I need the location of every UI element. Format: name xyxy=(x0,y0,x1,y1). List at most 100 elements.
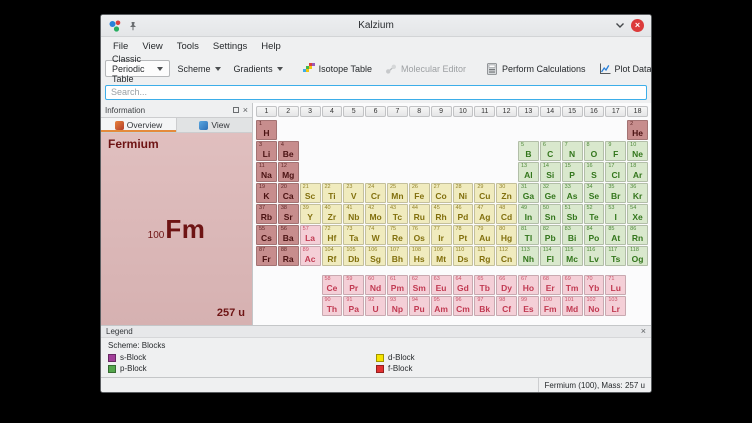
element-cell-mg[interactable]: 12Mg xyxy=(278,162,299,182)
element-cell-sb[interactable]: 51Sb xyxy=(562,204,583,224)
element-cell-nd[interactable]: 60Nd xyxy=(365,275,386,295)
element-cell-y[interactable]: 39Y xyxy=(300,204,321,224)
legend-close-icon[interactable]: × xyxy=(641,327,646,336)
element-cell-mn[interactable]: 25Mn xyxy=(387,183,408,203)
close-button[interactable]: × xyxy=(631,19,644,32)
element-cell-ga[interactable]: 31Ga xyxy=(518,183,539,203)
group-number-2[interactable]: 2 xyxy=(278,106,299,117)
element-cell-np[interactable]: 93Np xyxy=(387,296,408,316)
element-cell-hs[interactable]: 108Hs xyxy=(409,246,430,266)
element-cell-rb[interactable]: 37Rb xyxy=(256,204,277,224)
pin-icon[interactable] xyxy=(128,21,138,31)
element-cell-li[interactable]: 3Li xyxy=(256,141,277,161)
tab-overview[interactable]: Overview xyxy=(101,118,176,132)
gradients-button[interactable]: Gradients xyxy=(229,60,288,77)
element-cell-u[interactable]: 92U xyxy=(365,296,386,316)
group-number-16[interactable]: 16 xyxy=(584,106,605,117)
element-cell-lv[interactable]: 116Lv xyxy=(584,246,605,266)
element-cell-ir[interactable]: 77Ir xyxy=(431,225,452,245)
element-cell-sg[interactable]: 106Sg xyxy=(365,246,386,266)
element-cell-ni[interactable]: 28Ni xyxy=(453,183,474,203)
element-cell-sc[interactable]: 21Sc xyxy=(300,183,321,203)
element-cell-al[interactable]: 13Al xyxy=(518,162,539,182)
element-cell-fe[interactable]: 26Fe xyxy=(409,183,430,203)
titlebar[interactable]: Kalzium × xyxy=(101,15,651,37)
element-cell-re[interactable]: 75Re xyxy=(387,225,408,245)
element-cell-eu[interactable]: 63Eu xyxy=(431,275,452,295)
element-cell-th[interactable]: 90Th xyxy=(322,296,343,316)
element-cell-sn[interactable]: 50Sn xyxy=(540,204,561,224)
element-cell-at[interactable]: 85At xyxy=(605,225,626,245)
element-cell-xe[interactable]: 54Xe xyxy=(627,204,648,224)
element-cell-ts[interactable]: 117Ts xyxy=(605,246,626,266)
element-cell-na[interactable]: 11Na xyxy=(256,162,277,182)
group-number-13[interactable]: 13 xyxy=(518,106,539,117)
plot-data-button[interactable]: Plot Data xyxy=(594,60,652,77)
element-cell-au[interactable]: 79Au xyxy=(474,225,495,245)
element-cell-am[interactable]: 95Am xyxy=(431,296,452,316)
element-cell-ta[interactable]: 73Ta xyxy=(343,225,364,245)
element-cell-cl[interactable]: 17Cl xyxy=(605,162,626,182)
element-cell-pu[interactable]: 94Pu xyxy=(409,296,430,316)
menu-item-tools[interactable]: Tools xyxy=(170,39,206,54)
element-cell-tl[interactable]: 81Tl xyxy=(518,225,539,245)
element-cell-ho[interactable]: 67Ho xyxy=(518,275,539,295)
element-cell-f[interactable]: 9F xyxy=(605,141,626,161)
element-cell-sm[interactable]: 62Sm xyxy=(409,275,430,295)
group-number-18[interactable]: 18 xyxy=(627,106,648,117)
element-cell-pt[interactable]: 78Pt xyxy=(453,225,474,245)
group-number-15[interactable]: 15 xyxy=(562,106,583,117)
element-cell-os[interactable]: 76Os xyxy=(409,225,430,245)
group-number-10[interactable]: 10 xyxy=(453,106,474,117)
element-cell-db[interactable]: 105Db xyxy=(343,246,364,266)
element-cell-cs[interactable]: 55Cs xyxy=(256,225,277,245)
element-cell-mt[interactable]: 109Mt xyxy=(431,246,452,266)
element-cell-tb[interactable]: 65Tb xyxy=(474,275,495,295)
element-cell-k[interactable]: 19K xyxy=(256,183,277,203)
element-cell-rf[interactable]: 104Rf xyxy=(322,246,343,266)
element-cell-pb[interactable]: 82Pb xyxy=(540,225,561,245)
table-type-combobox[interactable]: Classic Periodic Table xyxy=(105,60,170,77)
element-cell-bh[interactable]: 107Bh xyxy=(387,246,408,266)
isotope-table-button[interactable]: Isotope Table xyxy=(298,60,377,77)
element-cell-s[interactable]: 16S xyxy=(584,162,605,182)
tab-view[interactable]: View xyxy=(176,118,252,132)
element-cell-ba[interactable]: 56Ba xyxy=(278,225,299,245)
element-cell-md[interactable]: 101Md xyxy=(562,296,583,316)
element-cell-fr[interactable]: 87Fr xyxy=(256,246,277,266)
element-cell-hg[interactable]: 80Hg xyxy=(496,225,517,245)
molecular-editor-button[interactable]: Molecular Editor xyxy=(380,60,471,77)
element-cell-mc[interactable]: 115Mc xyxy=(562,246,583,266)
element-cell-pm[interactable]: 61Pm xyxy=(387,275,408,295)
menu-item-file[interactable]: File xyxy=(106,39,135,54)
element-cell-gd[interactable]: 64Gd xyxy=(453,275,474,295)
element-cell-pa[interactable]: 91Pa xyxy=(343,296,364,316)
group-number-12[interactable]: 12 xyxy=(496,106,517,117)
element-cell-ru[interactable]: 44Ru xyxy=(409,204,430,224)
element-cell-ne[interactable]: 10Ne xyxy=(627,141,648,161)
group-number-5[interactable]: 5 xyxy=(343,106,364,117)
element-cell-cu[interactable]: 29Cu xyxy=(474,183,495,203)
element-cell-i[interactable]: 53I xyxy=(605,204,626,224)
element-cell-po[interactable]: 84Po xyxy=(584,225,605,245)
menu-item-settings[interactable]: Settings xyxy=(206,39,254,54)
element-cell-n[interactable]: 7N xyxy=(562,141,583,161)
element-cell-lr[interactable]: 103Lr xyxy=(605,296,626,316)
element-cell-c[interactable]: 6C xyxy=(540,141,561,161)
element-cell-zr[interactable]: 40Zr xyxy=(322,204,343,224)
element-cell-si[interactable]: 14Si xyxy=(540,162,561,182)
element-cell-sr[interactable]: 38Sr xyxy=(278,204,299,224)
element-cell-ag[interactable]: 47Ag xyxy=(474,204,495,224)
perform-calculations-button[interactable]: Perform Calculations xyxy=(481,60,591,77)
element-cell-nh[interactable]: 113Nh xyxy=(518,246,539,266)
close-dock-icon[interactable]: × xyxy=(243,106,248,114)
element-cell-as[interactable]: 33As xyxy=(562,183,583,203)
element-cell-og[interactable]: 118Og xyxy=(627,246,648,266)
group-number-7[interactable]: 7 xyxy=(387,106,408,117)
group-number-3[interactable]: 3 xyxy=(300,106,321,117)
legend-header[interactable]: Legend × xyxy=(101,325,651,338)
element-cell-no[interactable]: 102No xyxy=(584,296,605,316)
group-number-4[interactable]: 4 xyxy=(322,106,343,117)
element-cell-te[interactable]: 52Te xyxy=(584,204,605,224)
element-cell-rh[interactable]: 45Rh xyxy=(431,204,452,224)
